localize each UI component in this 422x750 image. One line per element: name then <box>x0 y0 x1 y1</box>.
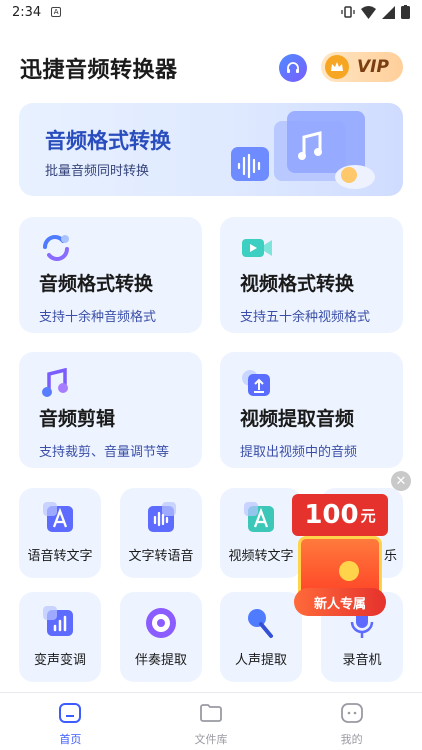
speech-to-text-tool[interactable]: 语音转文字 <box>19 488 101 578</box>
promo-unit: 元 <box>360 506 376 525</box>
card-subtitle: 支持裁剪、音量调节等 <box>39 445 170 460</box>
bottom-nav: 首页 文件库 我的 <box>0 692 422 750</box>
lock-icon <box>339 561 359 581</box>
nav-label: 我的 <box>340 733 363 746</box>
vip-button[interactable]: VIP <box>321 52 403 82</box>
microphone-icon <box>248 609 273 638</box>
tool-label: 录音机 <box>342 653 382 668</box>
headset-icon <box>287 62 299 73</box>
nav-files[interactable]: 文件库 <box>141 693 282 750</box>
card-title: 音频格式转换 <box>39 273 154 295</box>
video-convert-card[interactable]: 视频格式转换 支持五十余种视频格式 <box>220 217 403 333</box>
home-icon <box>59 703 82 723</box>
text-to-speech-tool[interactable]: 文字转语音 <box>120 488 202 578</box>
nav-label: 首页 <box>59 733 82 746</box>
tool-label: 语音转文字 <box>27 549 93 564</box>
status-time: 2:34 <box>12 4 42 20</box>
audio-edit-card[interactable]: 音频剪辑 支持裁剪、音量调节等 <box>19 352 202 468</box>
vip-label: VIP <box>357 57 389 77</box>
banner-illustration <box>231 111 375 189</box>
audio-convert-icon <box>43 235 69 261</box>
folder-icon <box>200 704 222 722</box>
tool-label: 人声提取 <box>234 653 287 668</box>
bars-icon <box>43 606 73 636</box>
notification-icon: A <box>51 7 62 17</box>
newcomer-promo[interactable]: 100 元 新人专属 <box>288 494 392 622</box>
card-title: 音频剪辑 <box>39 408 116 430</box>
status-icons <box>341 5 410 19</box>
nav-home[interactable]: 首页 <box>0 693 141 750</box>
tool-label: 伴奏提取 <box>134 653 187 668</box>
accompaniment-extract-tool[interactable]: 伴奏提取 <box>120 592 202 682</box>
card-subtitle: 提取出视频中的音频 <box>240 445 358 460</box>
text-a-icon <box>244 502 274 532</box>
card-subtitle: 支持十余种音频格式 <box>39 310 157 325</box>
music-note-icon <box>42 368 68 397</box>
promo-amount: 100 <box>304 500 359 530</box>
promo-banner[interactable]: 音频格式转换 批量音频同时转换 <box>19 103 403 196</box>
voice-wave-icon <box>148 502 176 532</box>
promo-amount-badge: 100 元 <box>292 494 388 536</box>
app-title: 迅捷音频转换器 <box>20 58 178 83</box>
promo-close-button[interactable]: ✕ <box>391 471 411 491</box>
profile-icon <box>340 703 363 723</box>
tool-label: 文字转语音 <box>128 549 194 564</box>
vibrate-icon <box>341 6 355 18</box>
upload-icon <box>242 370 270 396</box>
card-title: 视频格式转换 <box>240 273 355 295</box>
video-convert-icon <box>242 239 272 257</box>
promo-ribbon: 新人专属 <box>294 588 386 616</box>
crown-icon <box>325 55 349 79</box>
support-button[interactable] <box>279 54 307 82</box>
card-subtitle: 支持五十余种视频格式 <box>240 310 371 325</box>
card-title: 视频提取音频 <box>240 408 355 430</box>
wifi-icon <box>361 5 376 19</box>
app-header: 迅捷音频转换器 VIP <box>0 44 422 92</box>
text-a-icon <box>43 502 73 532</box>
signal-icon <box>382 5 395 19</box>
battery-icon <box>401 5 410 19</box>
disc-icon <box>146 608 176 638</box>
voice-changer-tool[interactable]: 变声变调 <box>19 592 101 682</box>
tool-label: 变声变调 <box>33 653 86 668</box>
nav-profile[interactable]: 我的 <box>281 693 422 750</box>
video-extract-audio-card[interactable]: 视频提取音频 提取出视频中的音频 <box>220 352 403 468</box>
status-bar: 2:34 A <box>0 0 422 24</box>
audio-convert-card[interactable]: 音频格式转换 支持十余种音频格式 <box>19 217 202 333</box>
nav-label: 文件库 <box>194 733 228 746</box>
